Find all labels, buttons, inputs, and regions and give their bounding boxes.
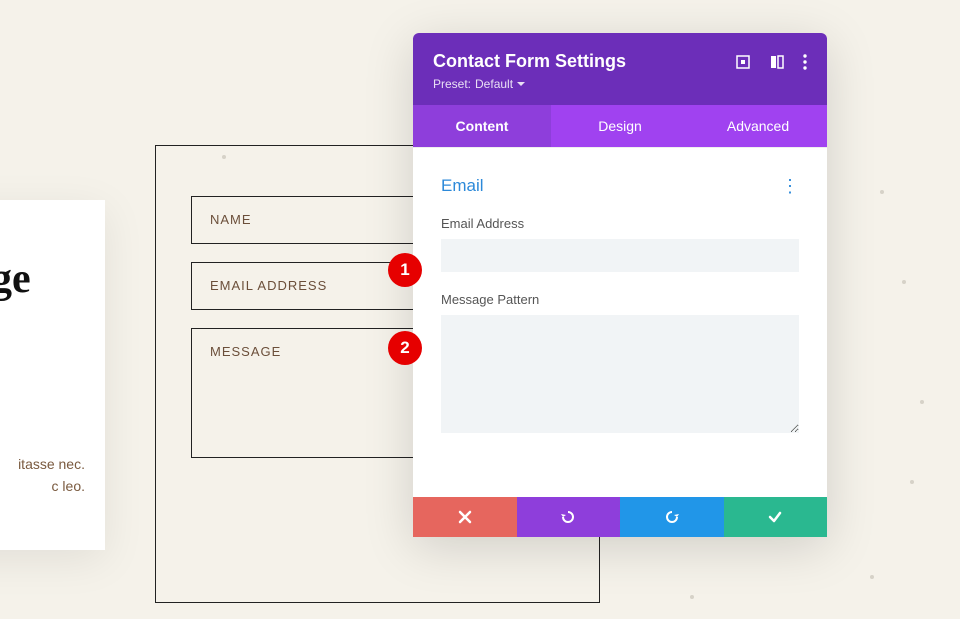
tab-advanced[interactable]: Advanced bbox=[689, 105, 827, 147]
message-pattern-input[interactable] bbox=[441, 315, 799, 433]
email-address-label: Email Address bbox=[441, 216, 799, 231]
message-label: MESSAGE bbox=[210, 344, 281, 359]
email-address-input[interactable] bbox=[441, 239, 799, 272]
undo-button[interactable] bbox=[517, 497, 621, 537]
expand-icon[interactable] bbox=[735, 54, 751, 70]
section-header: Email ⋮ bbox=[441, 176, 799, 196]
section-menu-icon[interactable]: ⋮ bbox=[781, 177, 799, 195]
save-button[interactable] bbox=[724, 497, 828, 537]
left-card-title: age bbox=[0, 255, 85, 303]
callout-badge-1: 1 bbox=[388, 253, 422, 287]
layout-icon[interactable] bbox=[769, 54, 785, 70]
section-title[interactable]: Email bbox=[441, 176, 484, 196]
name-label: NAME bbox=[210, 212, 252, 227]
settings-panel: Contact Form Settings Preset: Default Co… bbox=[413, 33, 827, 537]
cancel-button[interactable] bbox=[413, 497, 517, 537]
close-icon bbox=[457, 509, 473, 525]
redo-button[interactable] bbox=[620, 497, 724, 537]
redo-icon bbox=[664, 509, 680, 525]
left-card: age itasse nec. c leo. bbox=[0, 200, 105, 550]
panel-header: Contact Form Settings Preset: Default bbox=[413, 33, 827, 105]
panel-tabs: Content Design Advanced bbox=[413, 105, 827, 147]
preset-selector[interactable]: Preset: Default bbox=[433, 77, 735, 91]
kebab-menu-icon[interactable] bbox=[803, 54, 807, 70]
tab-design[interactable]: Design bbox=[551, 105, 689, 147]
callout-badge-2: 2 bbox=[388, 331, 422, 365]
email-label: EMAIL ADDRESS bbox=[210, 278, 327, 293]
check-icon bbox=[767, 509, 783, 525]
panel-body: Email ⋮ Email Address Message Pattern bbox=[413, 147, 827, 497]
panel-title: Contact Form Settings bbox=[433, 51, 735, 72]
panel-footer bbox=[413, 497, 827, 537]
email-address-group: Email Address bbox=[441, 216, 799, 272]
tab-content[interactable]: Content bbox=[413, 105, 551, 147]
message-pattern-label: Message Pattern bbox=[441, 292, 799, 307]
chevron-down-icon bbox=[517, 80, 525, 88]
message-pattern-group: Message Pattern bbox=[441, 292, 799, 438]
left-card-text: itasse nec. c leo. bbox=[0, 453, 85, 498]
undo-icon bbox=[560, 509, 576, 525]
